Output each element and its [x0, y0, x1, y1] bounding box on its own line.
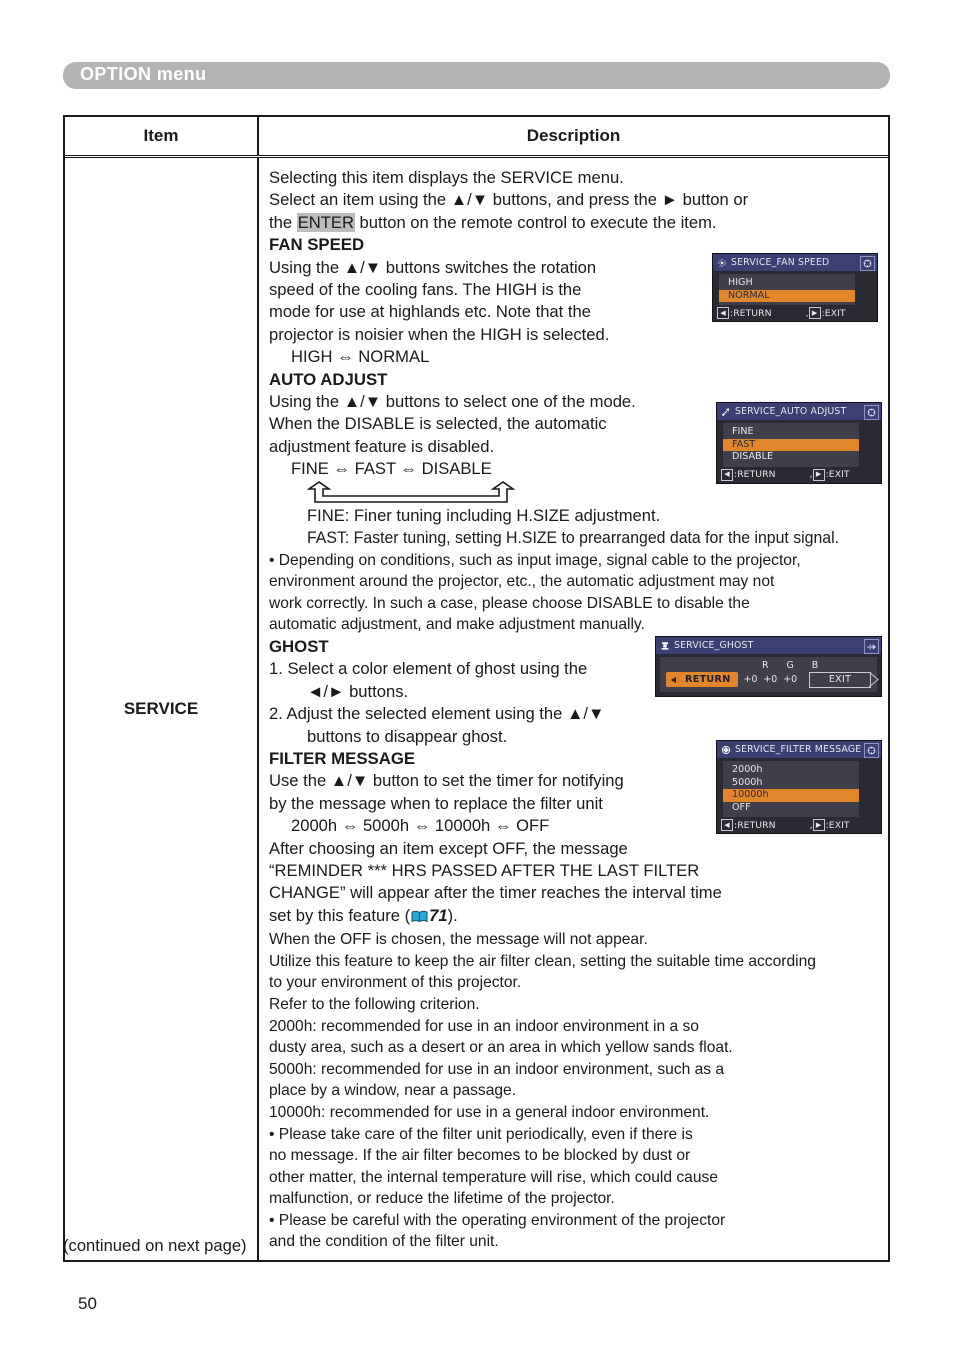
osd-arrow-corner-icon[interactable]: [864, 639, 879, 654]
osd-fan-speed-footer: ◀:RETURN , ▶:EXIT: [713, 305, 877, 321]
osd-auto-adjust-footer: ◀:RETURN , ▶:EXIT: [717, 467, 881, 483]
osd-filter-message: SERVICE_FILTER MESSAGE 2000h 5000h 10000…: [716, 740, 882, 834]
filter-icon: [721, 745, 731, 754]
osd-option-10000h[interactable]: 10000h: [723, 789, 859, 802]
filter-message-body-4: Utilize this feature to keep the air fil…: [269, 952, 816, 1013]
osd-fan-speed-list: HIGH NORMAL: [719, 274, 855, 305]
left-arrow-icon: ◀: [717, 307, 729, 319]
osd-ghost: SERVICE_GHOST R G B RETURN +0 +0 +0 EXIT: [655, 636, 882, 697]
osd-filter-message-title: SERVICE_FILTER MESSAGE: [735, 744, 862, 755]
channel-header-b: B: [811, 659, 819, 671]
osd-ghost-values-row: RETURN +0 +0 +0 EXIT: [666, 671, 879, 688]
auto-adjust-note: • Depending on conditions, such as input…: [269, 551, 801, 634]
description-cell-service: Selecting this item displays the SERVICE…: [259, 158, 888, 1260]
osd-exit-label: :EXIT: [821, 307, 846, 319]
osd-ghost-return-button[interactable]: RETURN: [666, 672, 738, 687]
osd-ghost-body: R G B RETURN +0 +0 +0 EXIT: [660, 657, 879, 692]
osd-exit-label: :EXIT: [825, 469, 850, 480]
ghost-step-2: 2. Adjust the selected element using the…: [269, 704, 605, 724]
osd-option-normal[interactable]: NORMAL: [719, 289, 855, 302]
osd-close-icon[interactable]: [860, 256, 875, 271]
osd-option-off[interactable]: OFF: [723, 802, 859, 815]
table-header-row: Item Description: [65, 117, 888, 158]
auto-adjust-fast-desc: FAST: Faster tuning, setting H.SIZE to p…: [269, 527, 880, 549]
osd-ghost-titlebar: SERVICE_GHOST: [656, 637, 881, 654]
table-row: SERVICE Selecting this item displays the…: [65, 158, 888, 1261]
osd-ghost-exit-button[interactable]: EXIT: [809, 671, 879, 688]
osd-fan-speed-title: SERVICE_FAN SPEED: [731, 257, 830, 268]
continued-note: (continued on next page): [63, 1236, 247, 1255]
ghost-icon: [661, 641, 669, 650]
filter-message-body-3: When the OFF is chosen, the message will…: [269, 931, 648, 949]
osd-filter-message-footer: ◀:RETURN , ▶:EXIT: [717, 817, 881, 833]
auto-adjust-fine-desc: FINE: Finer tuning including H.SIZE adju…: [307, 505, 661, 525]
page-title: OPTION menu: [80, 64, 207, 84]
osd-ghost-channel-headers: R G B: [666, 659, 871, 671]
osd-filter-message-titlebar: SERVICE_FILTER MESSAGE: [717, 741, 881, 758]
ghost-value-b[interactable]: +0: [783, 674, 797, 685]
osd-auto-adjust-list: FINE FAST DISABLE: [723, 423, 859, 467]
osd-auto-adjust-titlebar: SERVICE_AUTO ADJUST: [717, 403, 881, 420]
right-arrow-icon: ▶: [812, 819, 825, 831]
right-arrow-icon: ▶: [812, 468, 825, 481]
fan-icon: [717, 258, 727, 267]
auto-adjust-fast-desc-text: FAST: Faster tuning, setting H.SIZE to p…: [307, 528, 840, 548]
intro-line-3: the ENTER button on the remote control t…: [269, 212, 880, 234]
osd-option-5000h[interactable]: 5000h: [723, 777, 859, 790]
osd-auto-adjust-title: SERVICE_AUTO ADJUST: [735, 406, 847, 417]
left-arrow-icon: [671, 676, 676, 683]
osd-return-label: :RETURN: [734, 469, 776, 480]
osd-ghost-exit-label: EXIT: [828, 674, 852, 685]
osd-exit-label: :EXIT: [825, 819, 850, 831]
osd-close-icon[interactable]: [864, 405, 879, 420]
intro-line-3-post: button on the remote control to execute …: [354, 212, 717, 232]
intro-line-2: Select an item using the ▲/▼ buttons, an…: [269, 190, 749, 210]
osd-ghost-return-label: RETURN: [685, 674, 731, 685]
osd-option-high[interactable]: HIGH: [719, 277, 855, 290]
channel-header-g: G: [786, 659, 794, 671]
intro-line-1: Selecting this item displays the SERVICE…: [269, 168, 624, 187]
page-number: 50: [78, 1294, 97, 1313]
left-arrow-icon: ◀: [721, 819, 733, 831]
osd-auto-adjust: SERVICE_AUTO ADJUST FINE FAST DISABLE ◀:…: [716, 402, 882, 484]
osd-option-fast[interactable]: FAST: [723, 438, 859, 451]
ghost-value-g[interactable]: +0: [763, 674, 777, 685]
right-arrow-icon: ▶: [808, 307, 821, 319]
reference-page-number: 71: [429, 905, 448, 925]
osd-fan-speed-titlebar: SERVICE_FAN SPEED: [713, 254, 877, 271]
auto-adjust-cycle-arrow: [307, 480, 515, 505]
osd-fan-speed: SERVICE_FAN SPEED HIGH NORMAL ◀:RETURN ,…: [712, 253, 878, 322]
osd-return-label: :RETURN: [734, 819, 776, 831]
intro-line-3-pre: the: [269, 212, 297, 232]
left-arrow-icon: ◀: [721, 468, 733, 481]
osd-ghost-title: SERVICE_GHOST: [674, 640, 754, 651]
book-icon: [411, 907, 428, 929]
osd-close-icon[interactable]: [864, 743, 879, 758]
column-header-item: Item: [65, 117, 259, 155]
osd-return-label: :RETURN: [730, 307, 772, 319]
fan-speed-cycle: HIGH ⇔ NORMAL: [291, 347, 430, 367]
filter-criterion-2000h: 2000h: recommended for use in an indoor …: [269, 1017, 733, 1057]
filter-criterion-5000h: 5000h: recommended for use in an indoor …: [269, 1060, 725, 1100]
osd-option-fine[interactable]: FINE: [723, 426, 859, 439]
right-chevron-icon: [869, 671, 879, 687]
channel-header-r: R: [762, 659, 769, 671]
osd-option-2000h[interactable]: 2000h: [723, 764, 859, 777]
reference-post-text: ).: [447, 905, 458, 925]
column-header-description: Description: [526, 126, 621, 145]
item-cell-service: SERVICE: [65, 158, 259, 1261]
osd-filter-message-list: 2000h 5000h 10000h OFF: [723, 761, 859, 817]
filter-message-reference: set by this feature ( 71).: [269, 905, 880, 929]
auto-adjust-icon: [722, 407, 730, 416]
filter-criterion-10000h: 10000h: recommended for use in a general…: [269, 1103, 710, 1121]
enter-key-label: ENTER: [296, 212, 355, 232]
reference-pre-text: set by this feature (: [269, 905, 411, 925]
filter-note-1: • Please take care of the filter unit pe…: [269, 1125, 718, 1208]
osd-option-disable[interactable]: DISABLE: [723, 451, 859, 464]
filter-message-body-2: After choosing an item except OFF, the m…: [269, 838, 722, 903]
filter-note-2: • Please be careful with the operating e…: [269, 1211, 726, 1251]
auto-adjust-heading: AUTO ADJUST: [269, 369, 388, 389]
ghost-value-r[interactable]: +0: [744, 674, 758, 685]
